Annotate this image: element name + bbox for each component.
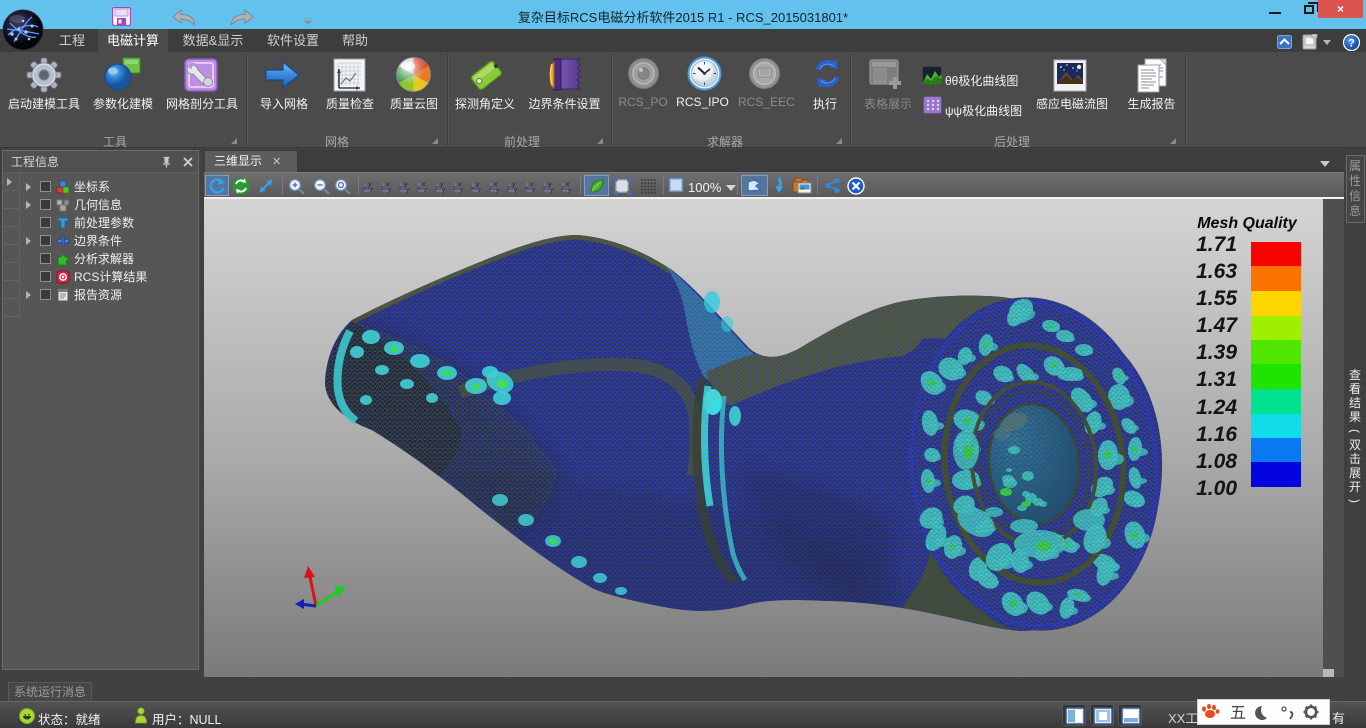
svg-text:z: z (399, 185, 402, 192)
svg-text:z: z (370, 187, 373, 194)
svg-text:五: 五 (1230, 705, 1246, 722)
svg-text:z: z (543, 185, 546, 192)
svg-text:y: y (460, 187, 464, 194)
svg-text:y: y (550, 187, 554, 194)
svg-text:y: y (496, 187, 500, 194)
svg-text:z: z (424, 187, 427, 194)
svg-text:z: z (561, 185, 564, 192)
svg-text:z: z (532, 187, 535, 194)
svg-text:z: z (478, 187, 481, 194)
svg-text:?: ? (1348, 38, 1355, 50)
svg-text:y: y (442, 187, 446, 194)
svg-text:y: y (388, 187, 392, 194)
svg-text:z: z (507, 185, 510, 192)
svg-text:y: y (406, 187, 410, 194)
svg-text:z: z (381, 185, 384, 192)
svg-text:z: z (435, 185, 438, 192)
svg-text:z: z (489, 185, 492, 192)
svg-text:y: y (568, 187, 572, 194)
svg-text:y: y (514, 187, 518, 194)
svg-text:z: z (453, 185, 456, 192)
